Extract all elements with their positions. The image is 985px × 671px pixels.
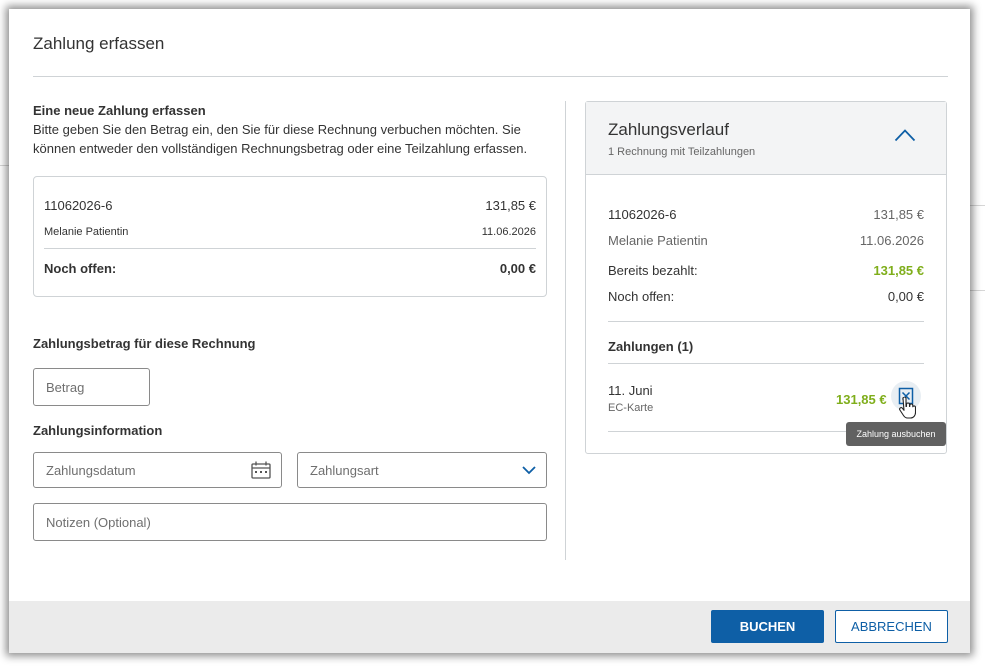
payment-date: 11. Juni — [608, 383, 653, 398]
history-paid-value: 131,85 € — [873, 263, 924, 278]
payment-history-subtitle: 1 Rechnung mit Teilzahlungen — [608, 146, 756, 158]
invoice-number: 11062026-6 — [44, 198, 113, 213]
history-open-label: Noch offen: — [608, 289, 675, 304]
payment-date-input[interactable]: Zahlungsdatum — [33, 452, 282, 488]
payment-info-label: Zahlungsinformation — [33, 423, 163, 438]
amount-input[interactable]: Betrag — [33, 368, 150, 406]
background-divider — [970, 205, 985, 206]
new-payment-heading: Eine neue Zahlung erfassen — [33, 103, 206, 118]
new-payment-description: Bitte geben Sie den Betrag ein, den Sie … — [33, 122, 528, 156]
chevron-down-icon — [522, 466, 536, 475]
amount-section-label: Zahlungsbetrag für diese Rechnung — [33, 336, 256, 351]
payment-date-placeholder: Zahlungsdatum — [46, 462, 136, 478]
payment-dialog: Zahlung erfassen Eine neue Zahlung erfas… — [9, 9, 970, 653]
history-divider — [608, 321, 924, 322]
notes-placeholder: Notizen (Optional) — [46, 514, 151, 530]
background-divider — [970, 290, 985, 291]
invoice-amount: 131,85 € — [485, 198, 536, 213]
cancel-button[interactable]: ABBRECHEN — [835, 610, 948, 643]
payment-method: EC-Karte — [608, 402, 654, 414]
invoice-divider — [44, 248, 536, 249]
hand-pointer-icon — [898, 396, 917, 424]
notes-input[interactable]: Notizen (Optional) — [33, 503, 547, 541]
invoice-open-label: Noch offen: — [44, 261, 117, 276]
payment-amount: 131,85 € — [836, 392, 887, 407]
title-divider — [33, 76, 948, 77]
history-invoice-amount: 131,85 € — [873, 207, 924, 222]
dialog-footer: BUCHEN ABBRECHEN — [9, 601, 970, 653]
payment-history-header[interactable]: Zahlungsverlauf 1 Rechnung mit Teilzahlu… — [586, 102, 946, 175]
cancel-payment-tooltip: Zahlung ausbuchen — [846, 422, 946, 446]
dialog-title: Zahlung erfassen — [33, 34, 165, 53]
column-divider — [565, 101, 566, 560]
invoice-patient: Melanie Patientin — [44, 226, 129, 238]
calendar-icon[interactable] — [251, 461, 271, 479]
invoice-open-value: 0,00 € — [499, 261, 536, 276]
payments-heading: Zahlungen (1) — [608, 339, 694, 354]
invoice-date: 11.06.2026 — [481, 226, 536, 238]
amount-placeholder: Betrag — [46, 379, 85, 395]
payment-type-placeholder: Zahlungsart — [310, 462, 379, 478]
background-divider — [0, 165, 9, 166]
history-invoice-number: 11062026-6 — [608, 207, 677, 222]
history-patient: Melanie Patientin — [608, 233, 708, 248]
history-date: 11.06.2026 — [859, 233, 924, 248]
history-divider — [608, 363, 924, 364]
history-open-value: 0,00 € — [887, 289, 924, 304]
invoice-summary-card: 11062026-6 131,85 € Melanie Patientin 11… — [33, 176, 547, 297]
chevron-up-icon[interactable] — [894, 128, 916, 144]
book-button[interactable]: BUCHEN — [711, 610, 824, 643]
history-paid-label: Bereits bezahlt: — [608, 263, 698, 278]
payment-history-title: Zahlungsverlauf — [608, 120, 729, 139]
payment-history-panel: Zahlungsverlauf 1 Rechnung mit Teilzahlu… — [585, 101, 947, 454]
payment-type-select[interactable]: Zahlungsart — [297, 452, 547, 488]
